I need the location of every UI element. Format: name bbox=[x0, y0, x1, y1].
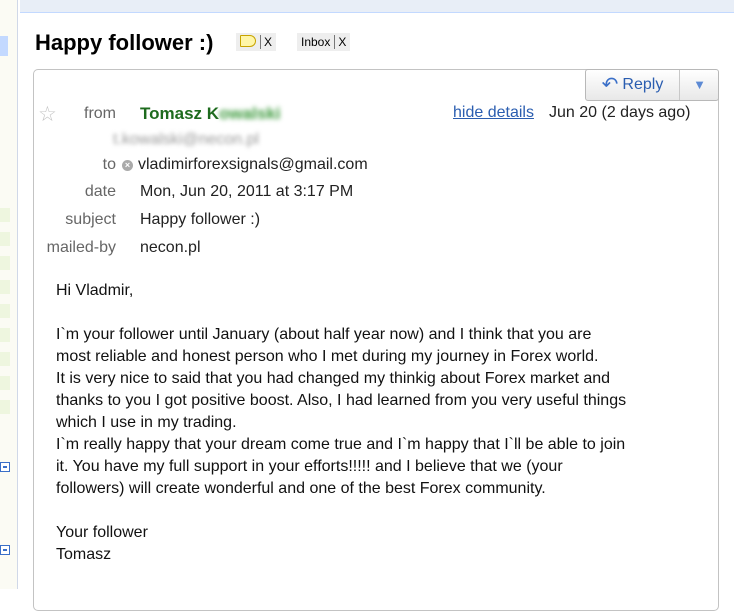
left-sidebar-edge bbox=[0, 0, 18, 589]
signoff: Your follower Tomasz bbox=[56, 522, 706, 566]
body-line: thanks to you I got positive boost. Also… bbox=[56, 392, 627, 409]
subject-value: Happy follower :) bbox=[140, 211, 261, 228]
body-paragraph: I`m your follower until January (about h… bbox=[56, 324, 706, 500]
from-label: from bbox=[84, 105, 116, 122]
label-chip-tag[interactable]: X bbox=[236, 33, 277, 51]
signoff-line: Your follower bbox=[56, 524, 148, 541]
signoff-name: Tomasz bbox=[56, 546, 112, 563]
mailedby-label: mailed-by bbox=[46, 239, 116, 256]
collapse-box-icon[interactable] bbox=[0, 462, 10, 472]
label-inbox-text: Inbox bbox=[301, 35, 331, 49]
to-label: to bbox=[102, 156, 116, 173]
label-chip-inbox[interactable]: Inbox X bbox=[297, 33, 351, 51]
sender-email: t.kowalski@necon.pl bbox=[113, 131, 260, 148]
remove-label-button[interactable]: X bbox=[334, 35, 347, 49]
top-bar bbox=[20, 0, 734, 13]
tag-icon bbox=[240, 35, 256, 47]
sidebar-segment bbox=[0, 352, 10, 366]
body-line: I`m really happy that your dream come tr… bbox=[56, 436, 626, 453]
sidebar-segment bbox=[0, 400, 10, 414]
remove-label-button[interactable]: X bbox=[260, 35, 273, 49]
hide-details-link[interactable]: hide details bbox=[453, 104, 534, 122]
sidebar-segment bbox=[0, 328, 10, 342]
sidebar-segment bbox=[0, 232, 10, 246]
body-line: It is very nice to said that you had cha… bbox=[56, 370, 611, 387]
reply-label: Reply bbox=[622, 76, 664, 93]
body-line: I`m your follower until January (about h… bbox=[56, 326, 592, 343]
mailedby-value: necon.pl bbox=[140, 239, 201, 256]
date-label: date bbox=[84, 183, 116, 200]
recipient-email: vladimirforexsignals@gmail.com bbox=[138, 156, 368, 173]
body-line: which I use in my trading. bbox=[56, 414, 237, 431]
collapse-box-icon[interactable] bbox=[0, 545, 10, 555]
sidebar-segment bbox=[0, 256, 10, 270]
greeting: Hi Vladmir, bbox=[56, 282, 134, 299]
date-value: Mon, Jun 20, 2011 at 3:17 PM bbox=[140, 183, 354, 200]
sidebar-segment bbox=[0, 280, 10, 294]
remove-recipient-icon[interactable]: × bbox=[122, 160, 133, 171]
reply-button-group[interactable]: ↶ Reply ▼ bbox=[585, 69, 719, 101]
sidebar-selection-mark bbox=[0, 36, 8, 56]
body-line: followers) will create wonderful and one… bbox=[56, 480, 546, 497]
sender-name-blurred: owalski bbox=[219, 104, 281, 123]
date-short: Jun 20 (2 days ago) bbox=[549, 104, 691, 121]
reply-arrow-icon: ↶ bbox=[601, 74, 619, 96]
reply-dropdown-button[interactable]: ▼ bbox=[679, 70, 719, 100]
body-line: most reliable and honest person who I me… bbox=[56, 348, 599, 365]
sender-name[interactable]: Tomasz Kowalski bbox=[140, 104, 280, 124]
subject-label: subject bbox=[65, 211, 116, 228]
message-body: Hi Vladmir, I`m your follower until Janu… bbox=[56, 280, 706, 588]
reply-button[interactable]: ↶ Reply bbox=[586, 70, 679, 100]
sidebar-segment bbox=[0, 208, 10, 222]
body-line: it. You have my full support in your eff… bbox=[56, 458, 563, 475]
sidebar-segment bbox=[0, 376, 10, 390]
email-subject-title: Happy follower :) bbox=[35, 30, 214, 55]
sender-name-visible: Tomasz K bbox=[140, 104, 220, 123]
to-value: × vladimirforexsignals@gmail.com bbox=[122, 156, 368, 174]
sidebar-segment bbox=[0, 304, 10, 318]
